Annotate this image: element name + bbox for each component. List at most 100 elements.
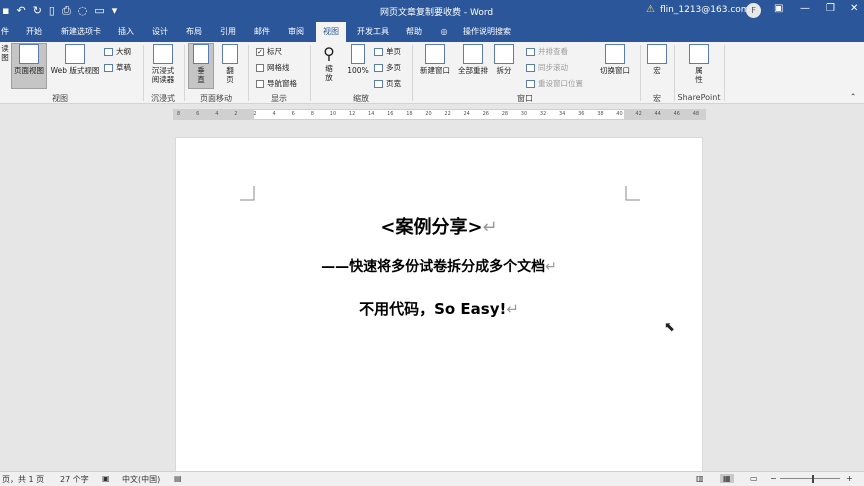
tab-references[interactable]: 引用	[214, 22, 242, 42]
zoom-in-icon[interactable]: +	[846, 474, 853, 483]
zoom-slider[interactable]	[780, 478, 840, 479]
ribbon-display-options-icon[interactable]: ▣	[774, 3, 783, 14]
tab-home[interactable]: 开始	[20, 22, 48, 42]
print-layout-view-icon[interactable]: ▦	[720, 474, 734, 483]
switch-window-icon	[605, 44, 625, 64]
page-width-button[interactable]: 页宽	[374, 78, 401, 89]
ribbon-tabs: 件 开始 新建选项卡 插入 设计 布局 引用 邮件 审阅 视图 开发工具 帮助 …	[0, 22, 864, 42]
web-layout-button[interactable]: Web 版式视图	[48, 44, 102, 88]
horizontal-ruler[interactable]: 8 6 4 2 2 4 6 8 10 12 14 16 18 20 22 24 26 28 30 32 34 36 38 40…	[173, 109, 706, 120]
new-window-button[interactable]: 新建窗口	[416, 44, 454, 88]
document-page[interactable]: <案例分享>↵ ——快速将多份试卷拆分成多个文档↵ 不用代码，So Easy!↵	[175, 137, 703, 472]
subheading-split-papers: ——快速将多份试卷拆分成多个文档↵	[321, 259, 557, 275]
divider	[143, 45, 144, 101]
open-icon[interactable]: ▭	[94, 3, 104, 19]
customize-qat-icon[interactable]: ▾	[112, 3, 118, 19]
checkbox-icon	[256, 63, 264, 72]
quick-access-toolbar: ▪ ↶ ↻ ▯ ⎙ ◌ ▭ ▾	[0, 3, 117, 19]
reset-window-button[interactable]: 重设窗口位置	[526, 78, 583, 89]
split-button[interactable]: 拆分	[492, 44, 516, 88]
macros-button[interactable]: 宏	[644, 44, 670, 88]
avatar[interactable]: F	[746, 3, 761, 18]
ruler-tick-label: 2	[253, 111, 257, 117]
print-layout-button[interactable]: 页面视图	[11, 43, 47, 89]
ruler-tick-label: 16	[387, 111, 394, 117]
ruler-tick-label: 20	[425, 111, 432, 117]
save-icon[interactable]: ▪	[2, 3, 9, 19]
read-mode-button[interactable]: 读 图	[0, 44, 10, 88]
tab-view[interactable]: 视图	[316, 22, 346, 42]
tab-mailings[interactable]: 邮件	[248, 22, 276, 42]
restore-icon[interactable]: ❐	[826, 3, 835, 14]
tab-layout[interactable]: 布局	[180, 22, 208, 42]
tab-developer[interactable]: 开发工具	[352, 22, 394, 42]
macro-record-icon[interactable]: ▤	[174, 474, 182, 483]
ruler-tick-label: 4	[215, 111, 219, 117]
print-preview-icon[interactable]: ⎙	[62, 3, 71, 19]
collapse-ribbon-icon[interactable]: ⌃	[850, 92, 856, 101]
margin-corner-top-right	[625, 186, 640, 201]
tab-design[interactable]: 设计	[146, 22, 174, 42]
draft-button[interactable]: 草稿	[104, 62, 131, 73]
proofing-icon[interactable]: ▣	[102, 474, 110, 483]
ruler-checkbox[interactable]: ✓ 标尺	[256, 46, 282, 57]
page-count[interactable]: 页，共 1 页	[2, 474, 44, 485]
divider	[412, 45, 413, 101]
ruler-tick-label: 30	[520, 111, 528, 117]
outline-button[interactable]: 大纲	[104, 46, 131, 57]
new-doc-icon[interactable]: ▯	[49, 3, 55, 19]
divider	[184, 45, 185, 101]
redo-icon[interactable]: ↻	[33, 3, 42, 19]
checkbox-checked-icon: ✓	[256, 47, 264, 56]
tab-file[interactable]: 件	[0, 22, 10, 42]
sync-scroll-button[interactable]: 同步滚动	[526, 62, 568, 73]
touch-mode-icon[interactable]: ◌	[78, 3, 88, 19]
zoom-out-icon[interactable]: −	[770, 474, 777, 483]
one-page-button[interactable]: 单页	[374, 46, 401, 57]
page-view-icon	[19, 44, 39, 64]
tab-new-tab[interactable]: 新建选项卡	[56, 22, 106, 42]
immersive-reader-button[interactable]: 沉浸式 阅读器	[146, 44, 180, 88]
arrange-all-button[interactable]: 全部重排	[454, 44, 492, 88]
side-by-side-icon	[526, 47, 535, 56]
divider	[310, 45, 311, 101]
ruler-tick-label: 6	[291, 111, 295, 117]
outline-icon	[104, 47, 113, 56]
zoom-100-button[interactable]: 100%	[344, 44, 372, 88]
tell-me-search[interactable]: 操作说明搜索	[452, 22, 522, 42]
side-by-side-button[interactable]: 并排查看	[526, 46, 568, 57]
ruler-tick-label: 22	[444, 111, 451, 117]
properties-button[interactable]: 属 性	[686, 44, 712, 88]
group-label-views: 视图	[52, 94, 68, 103]
tab-help[interactable]: 帮助	[400, 22, 428, 42]
multi-page-button[interactable]: 多页	[374, 62, 401, 73]
zoom-button[interactable]: ⚲ 缩 放	[316, 44, 342, 88]
margin-corner-top-left	[240, 186, 255, 201]
read-mode-view-icon[interactable]: ▥	[696, 474, 704, 483]
account-name[interactable]: flin_1213@163.com	[660, 5, 750, 15]
ruler-tick-label: 26	[482, 111, 489, 117]
sync-scroll-icon	[526, 63, 535, 72]
side-to-side-button[interactable]: 翻 页	[218, 44, 242, 88]
ruler-tick-label: 38	[597, 111, 604, 117]
tagline-no-code: 不用代码，So Easy!↵	[359, 300, 519, 318]
divider	[674, 45, 675, 101]
minimize-icon[interactable]: —	[800, 3, 810, 14]
switch-window-button[interactable]: 切换窗口	[596, 44, 634, 88]
undo-icon[interactable]: ↶	[16, 3, 25, 19]
zoom-slider-thumb[interactable]	[812, 475, 814, 483]
ruler-tick-label: 2	[234, 111, 238, 117]
tab-insert[interactable]: 插入	[112, 22, 140, 42]
nav-pane-checkbox[interactable]: 导航窗格	[256, 78, 297, 89]
side-to-side-icon	[222, 44, 238, 64]
word-count[interactable]: 27 个字	[60, 474, 89, 485]
close-icon[interactable]: ✕	[850, 3, 858, 14]
ruler-tick-label: 14	[368, 111, 375, 117]
web-layout-view-icon[interactable]: ▭	[750, 474, 758, 483]
language-indicator[interactable]: 中文(中国)	[122, 474, 160, 485]
status-bar: 页，共 1 页 27 个字 ▣ 中文(中国) ▤ ▥ ▦ ▭ − +	[0, 471, 864, 486]
title-bar: ▪ ↶ ↻ ▯ ⎙ ◌ ▭ ▾ 网页文章复制要收费 - Word ⚠ flin_…	[0, 0, 864, 22]
gridlines-checkbox[interactable]: 网格线	[256, 62, 290, 73]
vertical-button[interactable]: 垂 直	[188, 43, 214, 89]
tab-review[interactable]: 审阅	[282, 22, 310, 42]
